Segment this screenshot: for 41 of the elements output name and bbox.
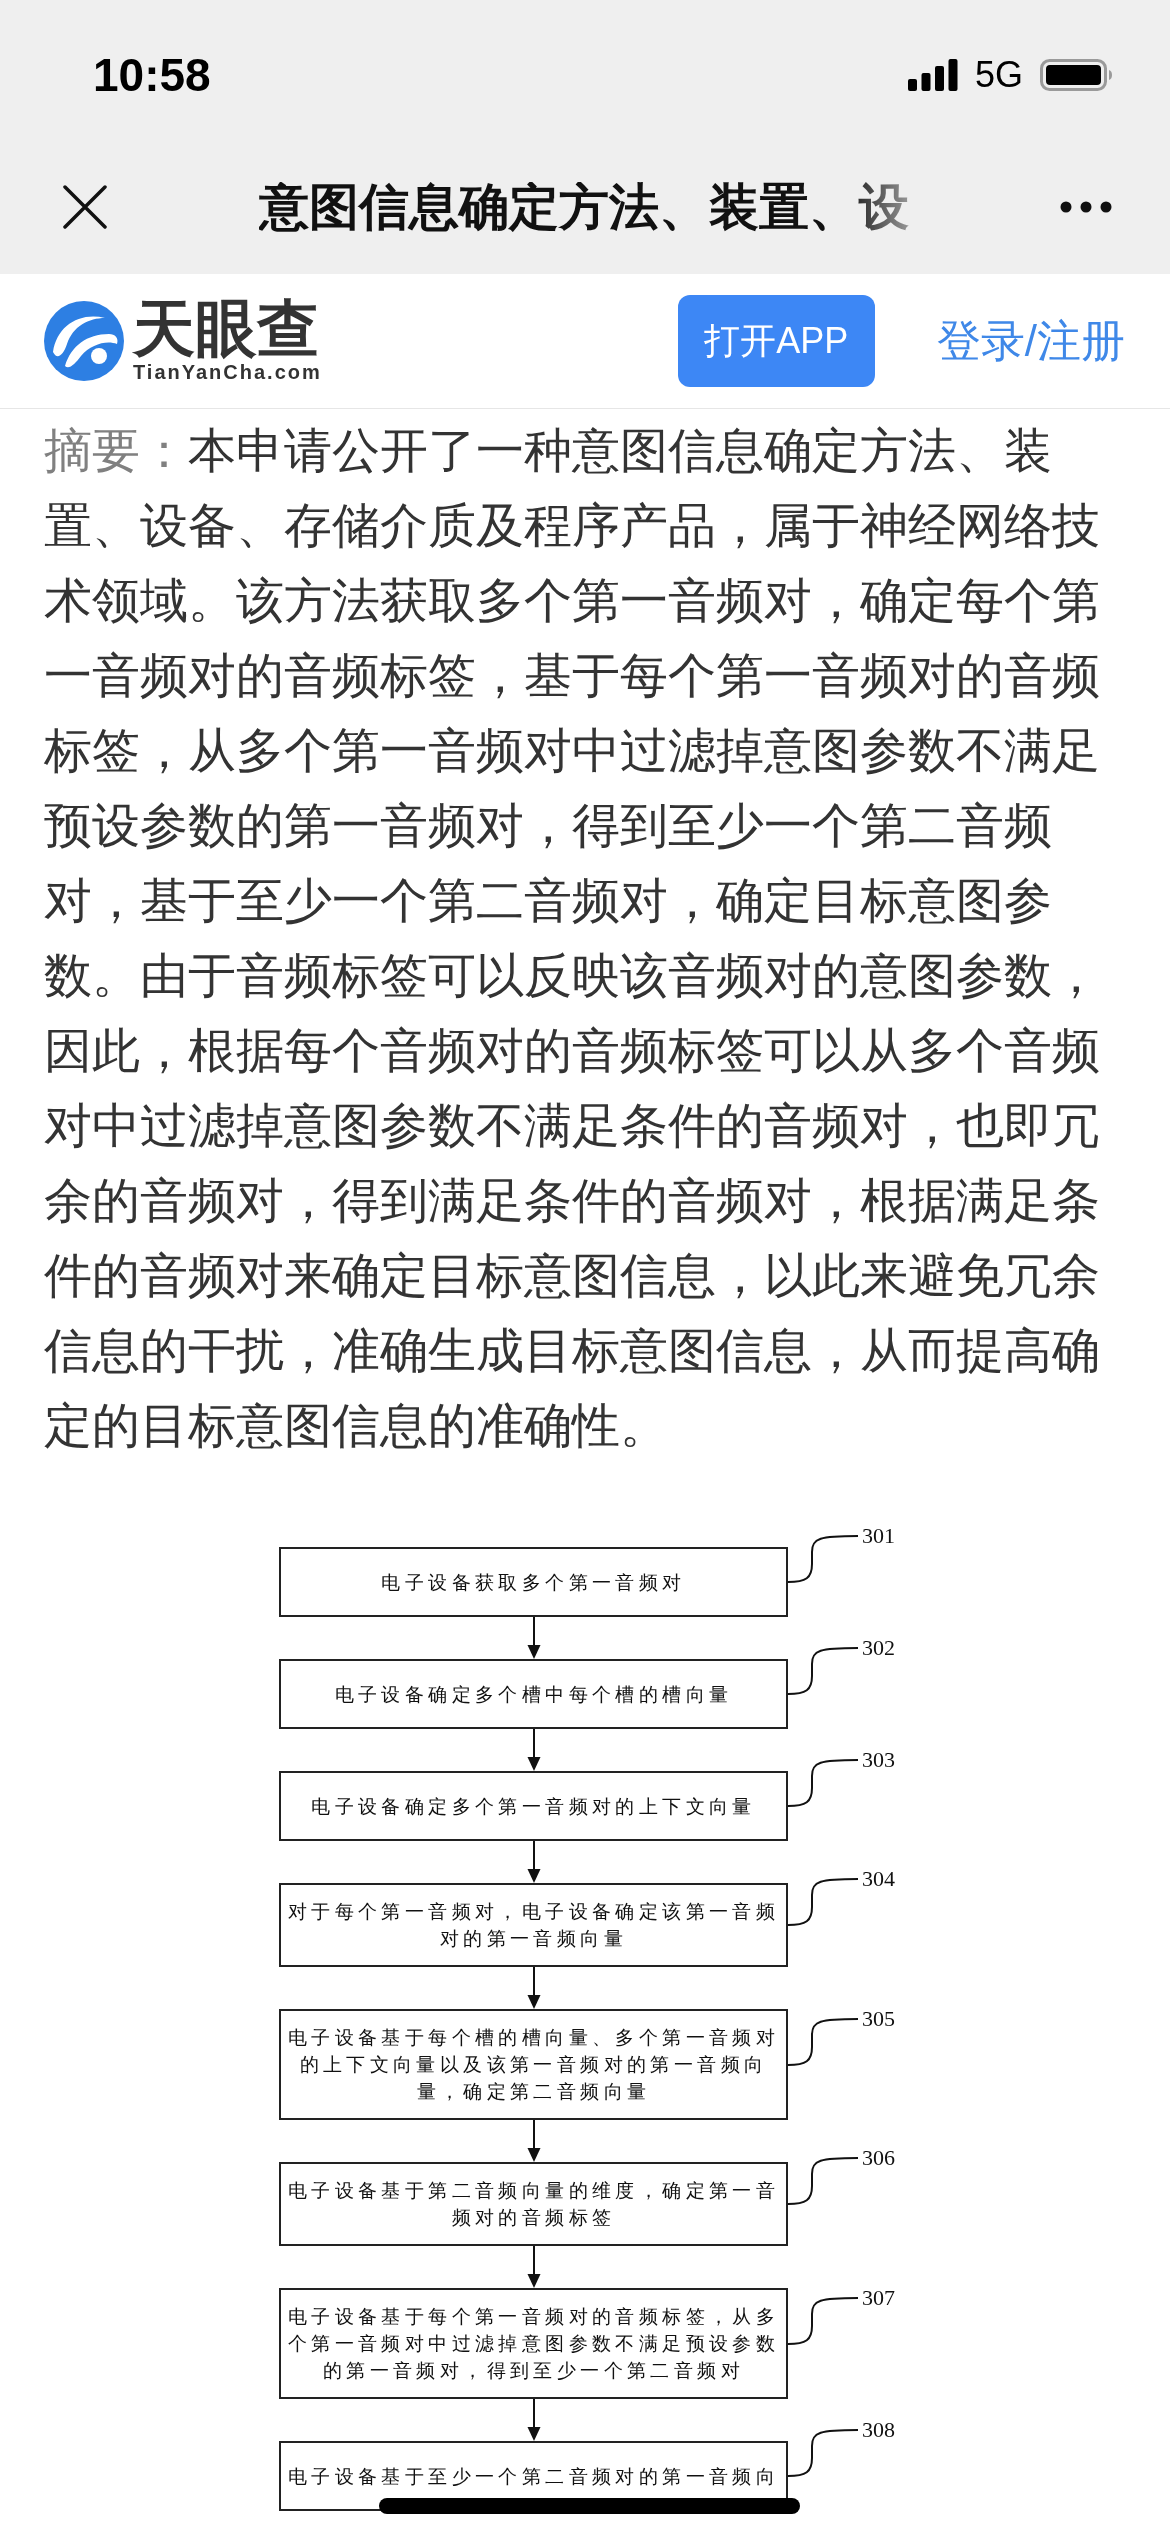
- logo-domain: TianYanCha.com: [133, 360, 322, 384]
- logo-name: 天眼查: [133, 298, 320, 360]
- flowchart-step: 电子设备基于第二音频向量的维度，确定第一音频对的音频标签: [279, 2162, 788, 2246]
- flowchart-step: 电子设备基于每个第一音频对的音频标签，从多个第一音频对中过滤掉意图参数不满足预设参数的第一音频对，得到至少一个第二音频对: [279, 2288, 788, 2399]
- down-arrow: [525, 2246, 542, 2288]
- swirl-logo-icon: [43, 300, 125, 382]
- down-arrow: [525, 1967, 542, 2009]
- login-register-link[interactable]: 登录/注册: [936, 319, 1125, 363]
- step-number: 308: [862, 2419, 895, 2441]
- status-time: 10:58: [93, 52, 211, 98]
- step-number: 306: [862, 2147, 895, 2169]
- battery-icon: [1040, 59, 1114, 91]
- flowchart-step: 电子设备获取多个第一音频对: [279, 1547, 788, 1617]
- leader-line: [788, 2426, 858, 2480]
- step-number: 302: [862, 1637, 895, 1659]
- step-number: 303: [862, 1749, 895, 1771]
- down-arrow: [525, 1729, 542, 1771]
- close-icon: [63, 185, 107, 229]
- leader-line: [788, 2154, 858, 2208]
- flowchart-step: 电子设备基于每个槽的槽向量、多个第一音频对的上下文向量以及该第一音频对的第一音频向量，确定第二音频向量: [279, 2009, 788, 2120]
- flowchart-step: 对于每个第一音频对，电子设备确定该第一音频对的第一音频向量: [279, 1883, 788, 1967]
- open-app-button[interactable]: 打开APP: [677, 295, 875, 387]
- network-type-text: 5G: [974, 57, 1023, 93]
- flowchart-step: 电子设备确定多个槽中每个槽的槽向量: [279, 1659, 788, 1729]
- leader-line: [788, 1644, 858, 1698]
- step-number: 301: [862, 1525, 895, 1547]
- flowchart-step: 电子设备确定多个第一音频对的上下文向量: [279, 1771, 788, 1841]
- down-arrow: [525, 2399, 542, 2441]
- down-arrow: [525, 2120, 542, 2162]
- step-number: 307: [862, 2286, 895, 2309]
- down-arrow: [525, 1841, 542, 1883]
- leader-line: [788, 1875, 858, 1929]
- step-number: 305: [862, 2007, 895, 2030]
- page-title: 意图信息确定方法、装置、设: [258, 182, 909, 232]
- abstract-paragraph: 摘要：本申请公开了一种意图信息确定方法、装置、设备、存储介质及程序产品，属于神经网络技术领域。该方法获取多个第一音频对，确定每个第一音频对的音频标签，基于每个第一音频对的音频标签，从多个第一音频对中过滤掉意图参数不满足预设参数的第一音频对，得到至少一个第二音频对，基于至少一个第二音频对，确定目标意图参数。由于音频标签可以反映该音频对的意图参数，因此，根据每个音频对的音频标签可以从多个音频对中过滤掉意图参数不满足条件的音频对，也即冗余的音频对，得到满足条件的音频对，根据满足条件的音频对来确定目标意图信息，以此来避免冗余信息的干扰，准确生成目标意图信息，从而提高确定的目标意图信息的准确性。: [43, 423, 1101, 1454]
- leader-line: [788, 1532, 858, 1586]
- leader-line: [788, 1756, 858, 1810]
- step-number: 304: [862, 1868, 895, 1890]
- signal-icon: [907, 59, 958, 91]
- down-arrow: [525, 1617, 542, 1659]
- more-icon: [1060, 201, 1112, 213]
